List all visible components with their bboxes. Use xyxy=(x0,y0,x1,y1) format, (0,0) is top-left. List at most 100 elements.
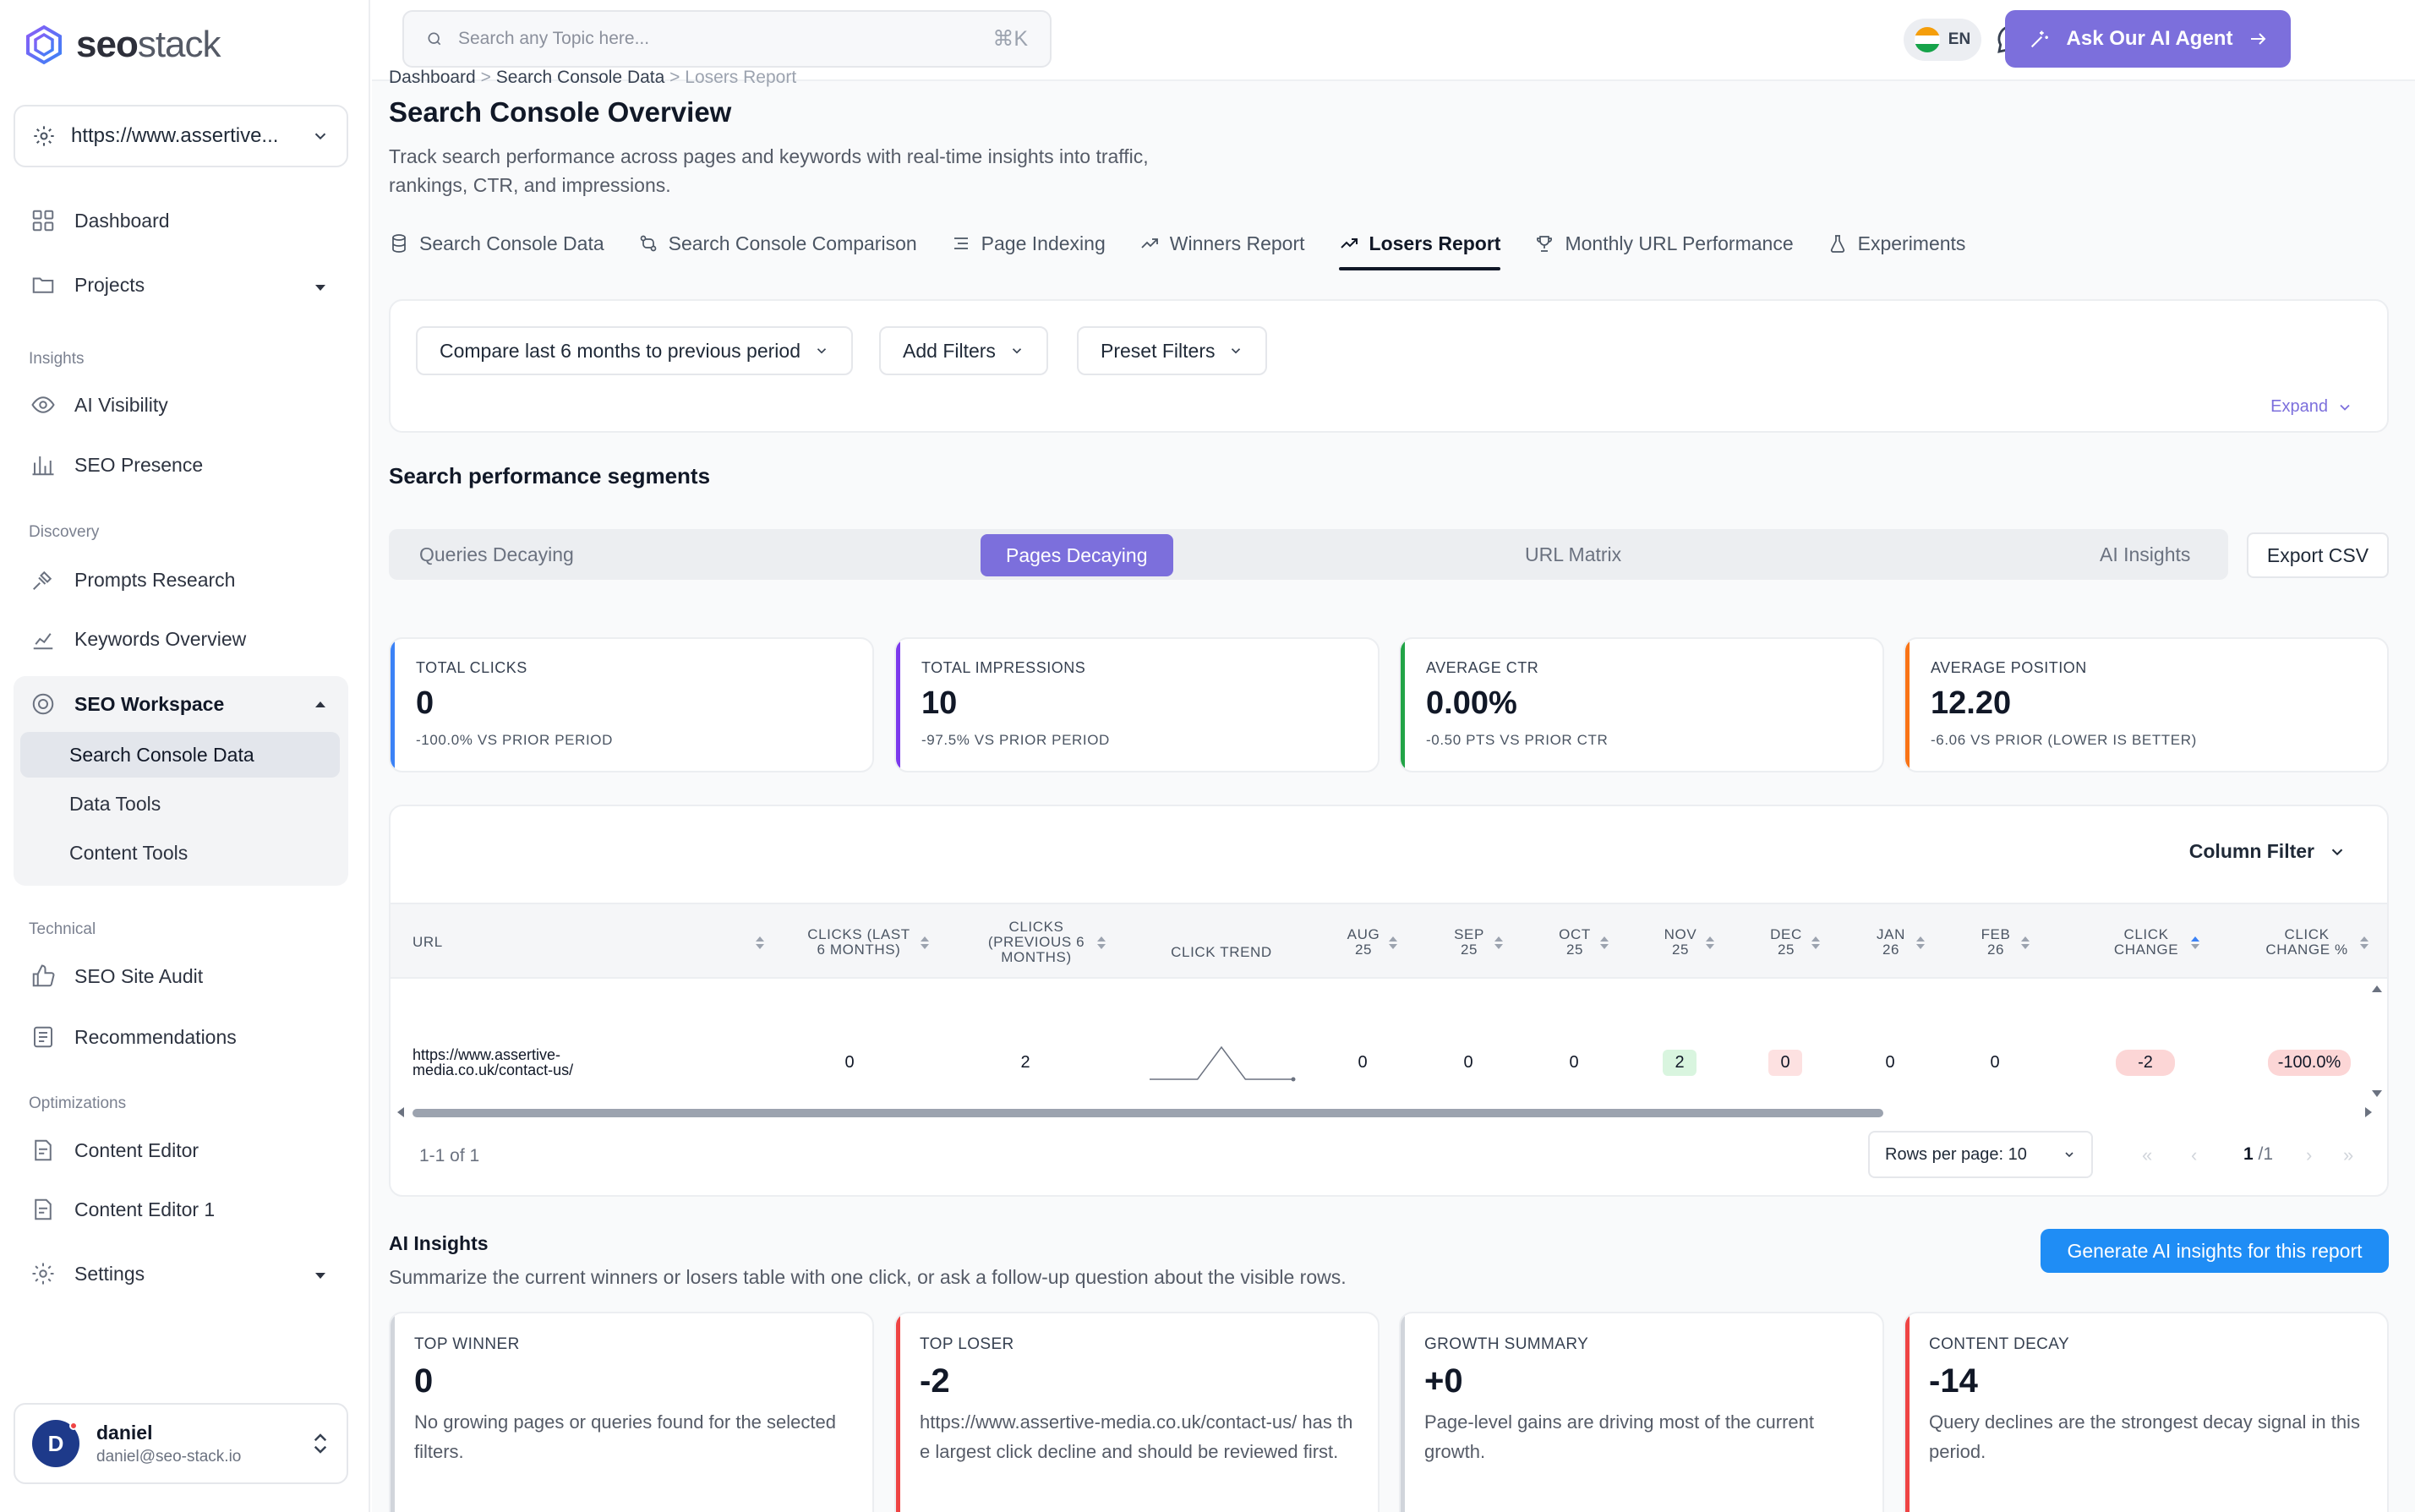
insight-card-top-winner: TOP WINNER 0 No growing pages or queries… xyxy=(389,1312,874,1512)
column-header-url[interactable]: URL xyxy=(413,904,768,980)
cell-nov-value: 2 xyxy=(1663,1049,1697,1076)
breadcrumb-search-console-data[interactable]: Search Console Data xyxy=(496,68,665,87)
breadcrumb-dashboard[interactable]: Dashboard xyxy=(389,68,476,87)
chevron-down-icon xyxy=(2340,404,2350,411)
user-menu[interactable]: D daniel daniel@seo-stack.io xyxy=(14,1403,348,1484)
compare-icon xyxy=(640,235,656,252)
rows-per-page-select[interactable]: Rows per page: 10 xyxy=(1868,1131,2093,1178)
document-edit-icon xyxy=(35,1139,52,1161)
tab-winners-report[interactable]: Winners Report xyxy=(1123,230,1322,270)
scroll-up-icon[interactable] xyxy=(2372,985,2382,992)
last-page-icon[interactable]: » xyxy=(2343,1144,2353,1166)
segment-url-matrix[interactable]: URL Matrix xyxy=(1525,529,1621,580)
metric-accent-bar xyxy=(391,639,395,771)
column-header-dec[interactable]: DEC 25 xyxy=(1751,904,1836,980)
horizontal-scrollbar[interactable] xyxy=(397,1104,2384,1122)
scroll-down-icon[interactable] xyxy=(2372,1090,2382,1097)
column-header-click-change-pct[interactable]: CLICK CHANGE % xyxy=(2247,904,2382,980)
site-selector-value: https://www.assertive... xyxy=(71,124,279,147)
column-header-clicks-last[interactable]: CLICKS (LAST 6 MONTHS) xyxy=(788,904,945,980)
logo[interactable]: seostack xyxy=(24,24,221,66)
sidebar-item-seo-site-audit[interactable]: SEO Site Audit xyxy=(30,963,203,989)
sidebar-item-content-editor[interactable]: Content Editor xyxy=(30,1138,199,1163)
metric-label: AVERAGE CTR xyxy=(1426,659,1539,676)
column-header-jan[interactable]: JAN 26 xyxy=(1856,904,1941,980)
preset-filters-dropdown[interactable]: Preset Filters xyxy=(1077,326,1268,375)
language-selector[interactable]: EN xyxy=(1904,19,1981,61)
click-trend-sparkline xyxy=(1150,1045,1296,1082)
add-filters-label: Add Filters xyxy=(903,339,996,362)
tab-page-indexing[interactable]: Page Indexing xyxy=(934,230,1123,270)
sort-icon xyxy=(1811,936,1820,949)
sort-icon xyxy=(921,936,929,949)
sidebar-item-dashboard[interactable]: Dashboard xyxy=(30,208,170,233)
breadcrumb-separator: > xyxy=(669,68,680,87)
caret-up-icon[interactable] xyxy=(315,701,325,707)
tab-losers-report[interactable]: Losers Report xyxy=(1322,230,1518,270)
tab-search-console-comparison[interactable]: Search Console Comparison xyxy=(621,230,934,270)
breadcrumb-current: Losers Report xyxy=(685,68,797,87)
metric-label: TOTAL IMPRESSIONS xyxy=(921,659,1086,676)
column-header-nov[interactable]: NOV 25 xyxy=(1646,904,1730,980)
sidebar-item-keywords-overview[interactable]: Keywords Overview xyxy=(30,626,246,652)
scroll-left-icon[interactable] xyxy=(397,1107,404,1117)
sidebar-item-label: Projects xyxy=(74,273,145,296)
previous-page-icon[interactable]: ‹ xyxy=(2191,1144,2197,1166)
sidebar-item-content-editor-1[interactable]: Content Editor 1 xyxy=(30,1197,215,1222)
sidebar-subitem-search-console-data[interactable]: Search Console Data xyxy=(20,732,340,778)
segment-ai-insights[interactable]: AI Insights xyxy=(2100,529,2190,580)
add-filters-dropdown[interactable]: Add Filters xyxy=(879,326,1048,375)
sidebar-item-seo-workspace[interactable]: SEO Workspace xyxy=(30,691,224,717)
expand-button[interactable]: Expand xyxy=(2270,397,2353,417)
sidebar-item-ai-visibility[interactable]: AI Visibility xyxy=(30,392,168,418)
column-header-clicks-previous[interactable]: CLICKS (PREVIOUS 6 MONTHS) xyxy=(965,904,1123,980)
metric-change: -6.06 VS PRIOR (LOWER IS BETTER) xyxy=(1931,732,2197,748)
scrollbar-thumb[interactable] xyxy=(413,1109,1883,1117)
page-title: Search Console Overview xyxy=(389,96,732,128)
cell-aug: 0 xyxy=(1358,1052,1368,1072)
tab-label: Search Console Data xyxy=(419,232,604,254)
current-page: 1 xyxy=(2243,1144,2254,1164)
table-row[interactable]: https://www.assertive-media.co.uk/contac… xyxy=(391,1021,2387,1104)
export-csv-button[interactable]: Export CSV xyxy=(2247,532,2389,578)
sidebar-subitem-data-tools[interactable]: Data Tools xyxy=(20,781,340,827)
sidebar-item-recommendations[interactable]: Recommendations xyxy=(30,1024,237,1050)
sidebar-subitem-content-tools[interactable]: Content Tools xyxy=(20,830,340,876)
search-input[interactable]: Search any Topic here... ⌘K xyxy=(402,10,1052,68)
generate-ai-insights-button[interactable]: Generate AI insights for this report xyxy=(2041,1229,2389,1273)
section-label-insights: Insights xyxy=(29,350,85,368)
column-header-aug[interactable]: AUG 25 xyxy=(1329,904,1413,980)
first-page-icon[interactable]: « xyxy=(2142,1144,2152,1166)
thumbs-up-icon xyxy=(32,964,55,987)
compare-period-dropdown[interactable]: Compare last 6 months to previous period xyxy=(416,326,853,375)
sidebar-item-projects[interactable]: Projects xyxy=(30,272,145,297)
next-page-icon[interactable]: › xyxy=(2306,1144,2312,1166)
segment-queries-decaying[interactable]: Queries Decaying xyxy=(419,529,574,580)
caret-down-icon[interactable] xyxy=(315,1273,325,1279)
logo-text-bold: seo xyxy=(76,24,139,65)
sidebar-item-seo-presence[interactable]: SEO Presence xyxy=(30,452,203,478)
ask-ai-agent-button[interactable]: Ask Our AI Agent xyxy=(2005,10,2291,68)
cell-url[interactable]: https://www.assertive-media.co.uk/contac… xyxy=(413,1021,615,1104)
sidebar-item-prompts-research[interactable]: Prompts Research xyxy=(30,567,235,592)
tab-search-console-data[interactable]: Search Console Data xyxy=(389,230,621,270)
column-header-label: JAN 26 xyxy=(1877,926,1905,958)
sidebar-item-settings[interactable]: Settings xyxy=(30,1261,145,1286)
column-header-feb[interactable]: FEB 26 xyxy=(1961,904,2046,980)
column-header-sep[interactable]: SEP 25 xyxy=(1434,904,1519,980)
column-header-click-change[interactable]: CLICK CHANGE xyxy=(2078,904,2230,980)
scroll-right-icon[interactable] xyxy=(2365,1107,2372,1117)
tab-label: Losers Report xyxy=(1369,232,1501,254)
sort-icon xyxy=(1494,936,1503,949)
column-header-oct[interactable]: OCT 25 xyxy=(1540,904,1625,980)
segment-pages-decaying[interactable]: Pages Decaying xyxy=(981,534,1173,576)
site-selector[interactable]: https://www.assertive... xyxy=(14,105,348,167)
tab-experiments[interactable]: Experiments xyxy=(1811,230,1983,270)
column-filter-button[interactable]: Column Filter xyxy=(2189,840,2347,863)
chevron-up-down-icon xyxy=(314,1433,327,1454)
tab-monthly-url-performance[interactable]: Monthly URL Performance xyxy=(1517,230,1810,270)
caret-down-icon[interactable] xyxy=(315,285,325,291)
column-header-label: CLICK CHANGE xyxy=(2113,926,2179,958)
cell-sep: 0 xyxy=(1463,1052,1473,1072)
insight-text: Query declines are the strongest decay s… xyxy=(1929,1411,2360,1462)
